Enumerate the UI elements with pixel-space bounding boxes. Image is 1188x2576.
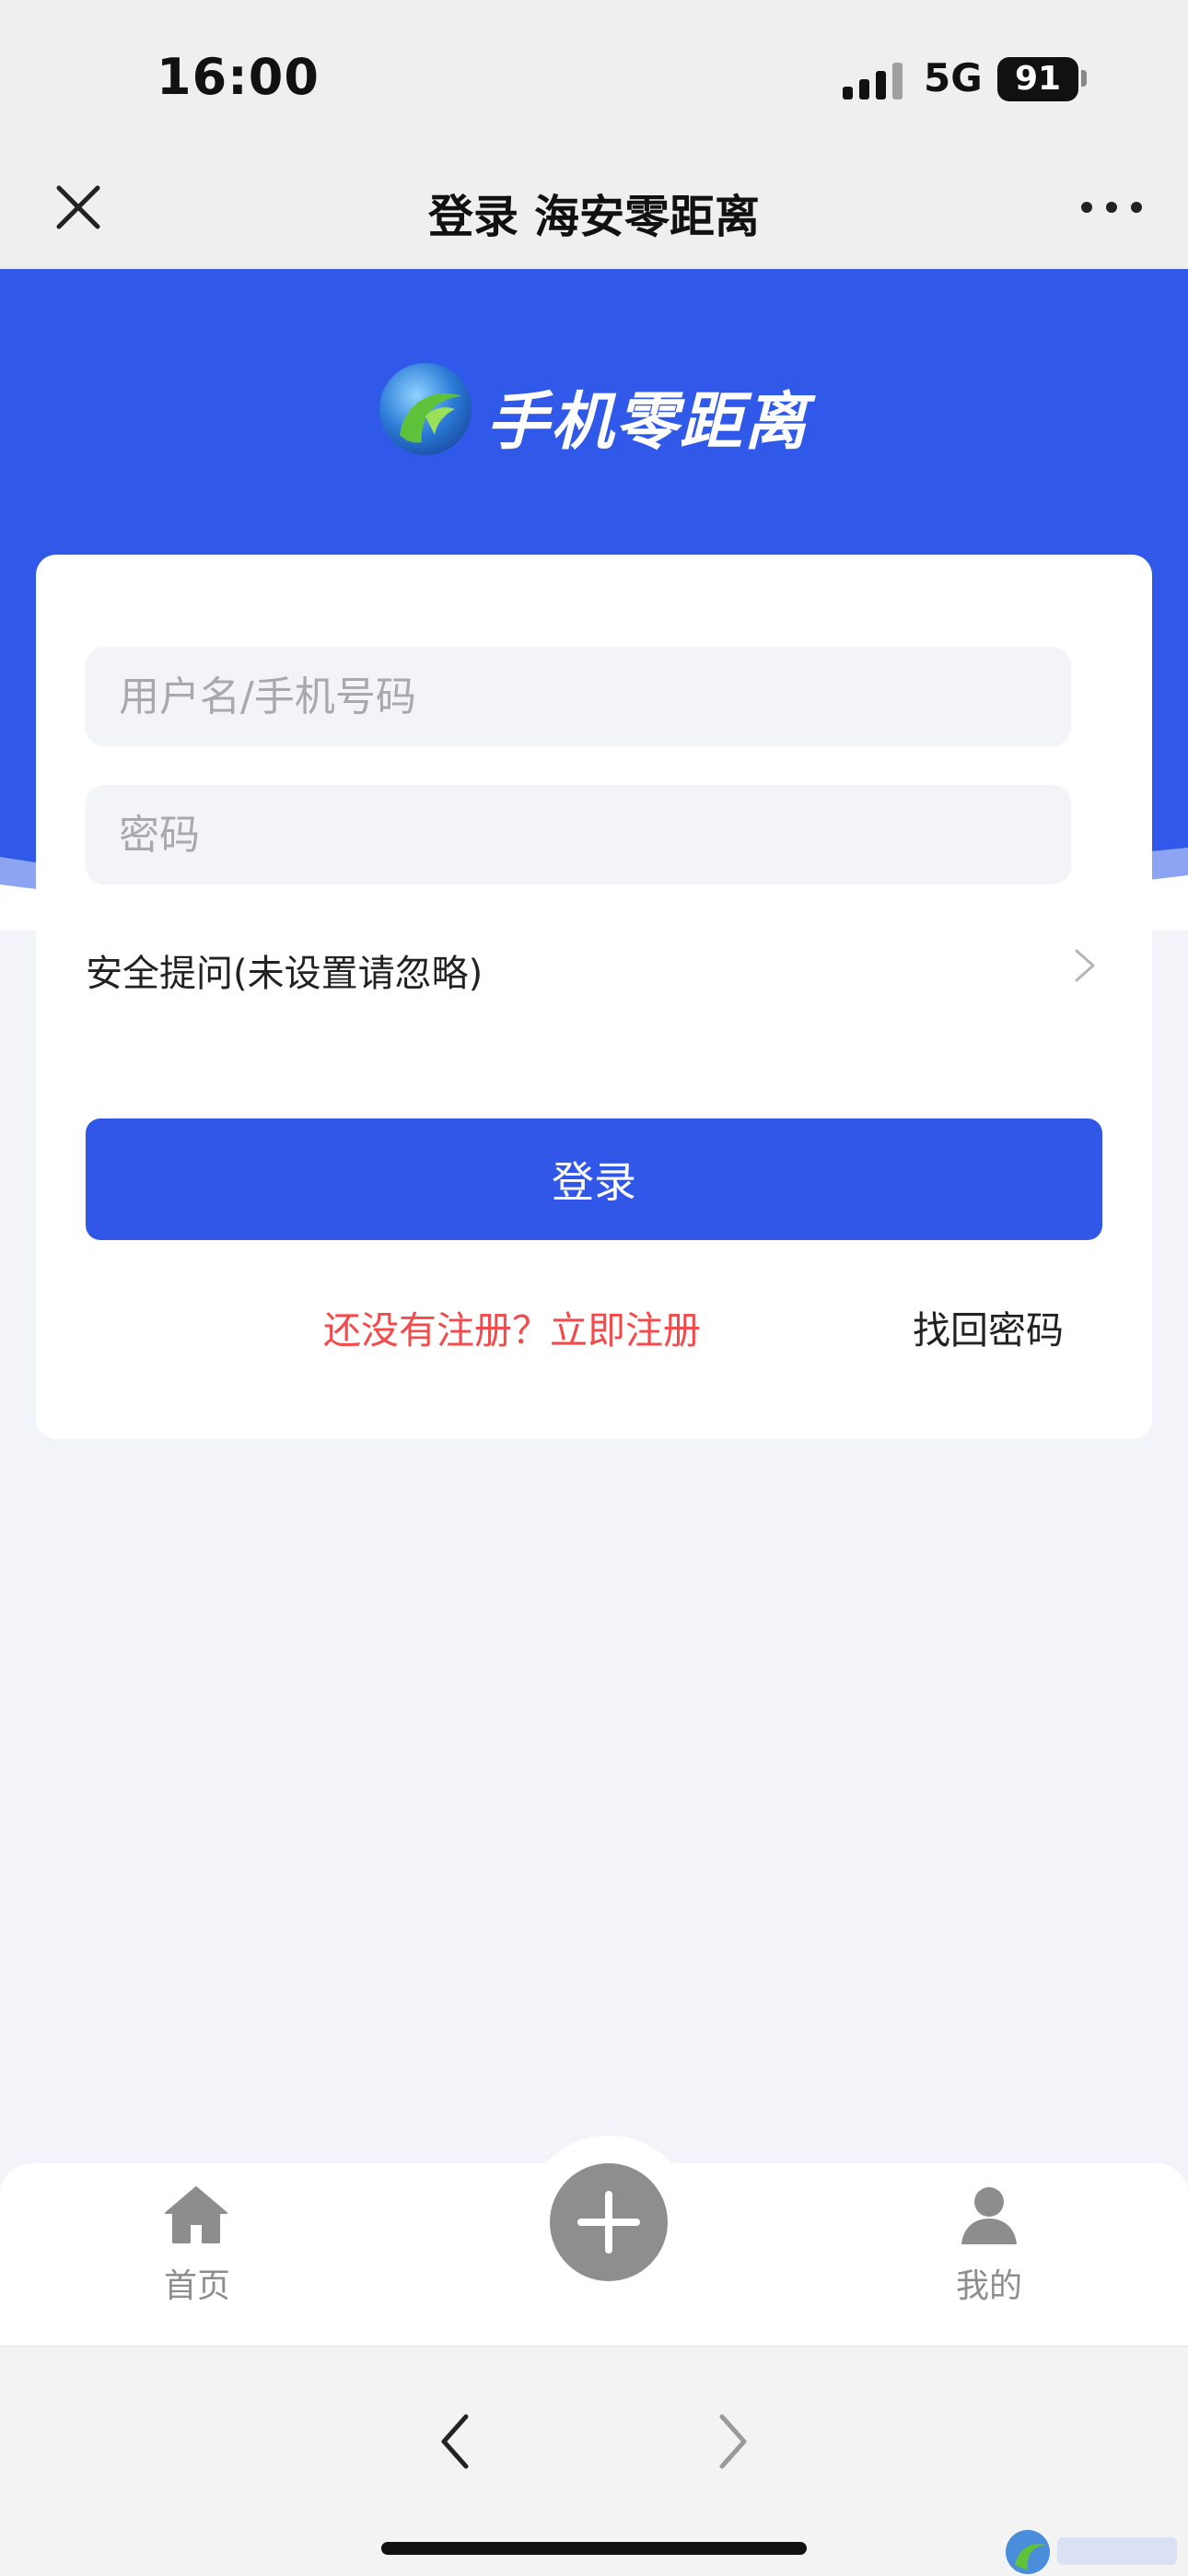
plus-icon	[577, 2191, 640, 2254]
app-logo: 手机零距离	[378, 361, 838, 463]
login-card: 安全提问(未设置请忽略) 登录 还没有注册？立即注册 找回密码	[36, 555, 1152, 1439]
tab-home-label: 首页	[163, 2267, 230, 2305]
security-question-label: 安全提问(未设置请忽略)	[86, 953, 483, 995]
chevron-left-icon[interactable]	[433, 2409, 479, 2474]
add-post-button[interactable]	[550, 2163, 668, 2281]
chevron-right-icon[interactable]	[709, 2409, 755, 2474]
globe-logo-icon	[379, 363, 472, 455]
home-indicator	[381, 2542, 807, 2555]
signal-icon	[843, 63, 903, 100]
home-icon	[165, 2186, 227, 2243]
tab-mine[interactable]: 我的	[914, 2185, 1065, 2314]
battery-icon: 91	[997, 57, 1078, 101]
tab-mine-label: 我的	[955, 2267, 1022, 2305]
battery-tip	[1081, 70, 1087, 87]
user-icon	[961, 2187, 1017, 2244]
password-input[interactable]	[86, 785, 1071, 884]
username-input[interactable]	[86, 647, 1071, 746]
login-button[interactable]: 登录	[86, 1118, 1102, 1240]
header: 登录 海安零距离	[0, 155, 1188, 270]
network-type: 5G	[924, 55, 983, 100]
chevron-right-icon	[1075, 949, 1095, 982]
forgot-password-link[interactable]: 找回密码	[913, 1299, 1064, 1354]
tab-home[interactable]: 首页	[122, 2185, 273, 2314]
login-screen: 16:00 5G 91 登录 海安零距离 手机零距离 用户名/手机号码 安全提问…	[0, 0, 1188, 2576]
security-question-selector[interactable]: 安全提问(未设置请忽略)	[86, 931, 1099, 1004]
status-bar: 16:00 5G 91	[0, 0, 1188, 155]
logo-text: 手机零距离	[486, 386, 809, 459]
watermark-logo-icon	[1006, 2530, 1177, 2574]
more-icon[interactable]	[1076, 193, 1147, 221]
status-time: 16:00	[157, 48, 320, 106]
register-link[interactable]: 还没有注册？立即注册	[323, 1299, 701, 1354]
page-title: 登录 海安零距离	[427, 191, 761, 243]
